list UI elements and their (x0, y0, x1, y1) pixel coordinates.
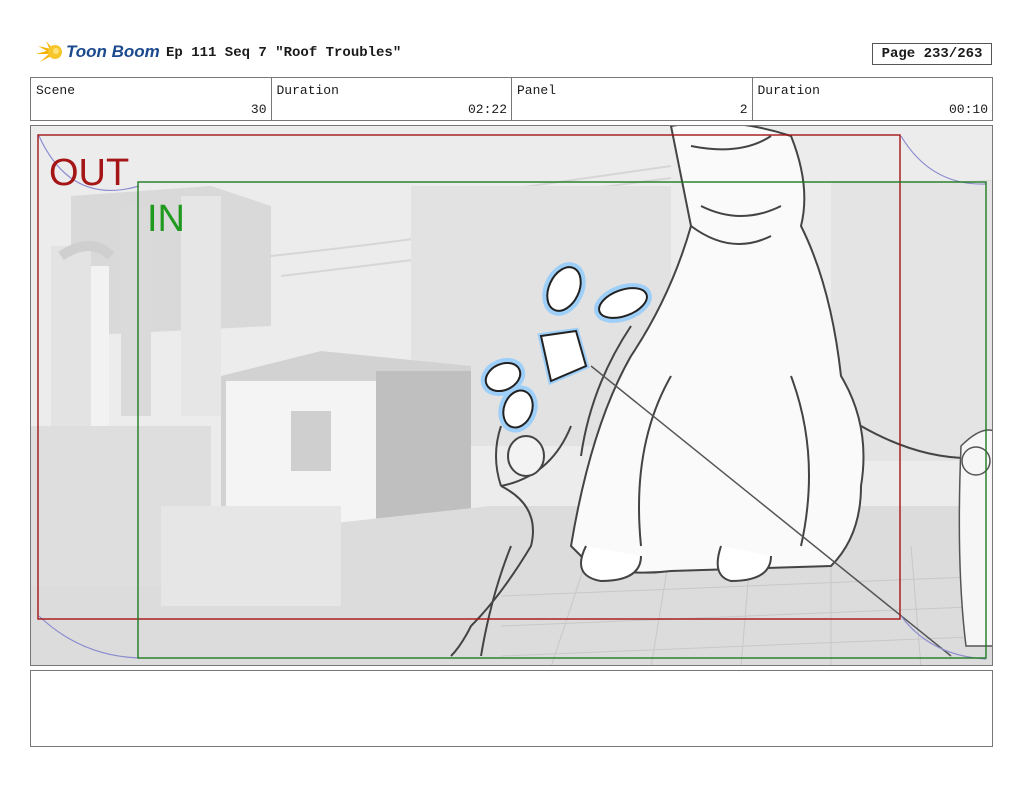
scene-info-row: Scene 30 Duration 02:22 Panel 2 Duration… (30, 77, 993, 121)
in-frame-label: IN (147, 198, 185, 240)
scene-cell: Scene 30 (31, 78, 272, 120)
episode-title: Ep 111 Seq 7 "Roof Troubles" (166, 45, 402, 61)
panel-value: 2 (739, 102, 748, 117)
storyboard-panel: OUT IN (30, 125, 993, 666)
toon-boom-logo: Toon Boom (34, 38, 160, 68)
scene-duration-value: 02:22 (467, 102, 507, 117)
panel-duration-cell: Duration 00:10 (753, 78, 993, 120)
scene-duration-label: Duration (276, 83, 339, 98)
scene-value: 30 (250, 102, 267, 117)
out-frame-label: OUT (49, 152, 130, 194)
page-indicator: Page 233/263 (872, 43, 992, 65)
left-platform (161, 506, 341, 606)
logo-burst-icon (36, 41, 62, 62)
panel-notes-box (30, 670, 993, 747)
scene-duration-cell: Duration 02:22 (272, 78, 512, 120)
panel-duration-value: 00:10 (948, 102, 988, 117)
panel-cell: Panel 2 (512, 78, 753, 120)
panel-label: Panel (517, 83, 557, 98)
scene-label: Scene (36, 83, 76, 98)
right-figure-sketch (958, 429, 992, 647)
logo-text: Toon Boom (66, 42, 160, 61)
panel-duration-label: Duration (757, 83, 820, 98)
